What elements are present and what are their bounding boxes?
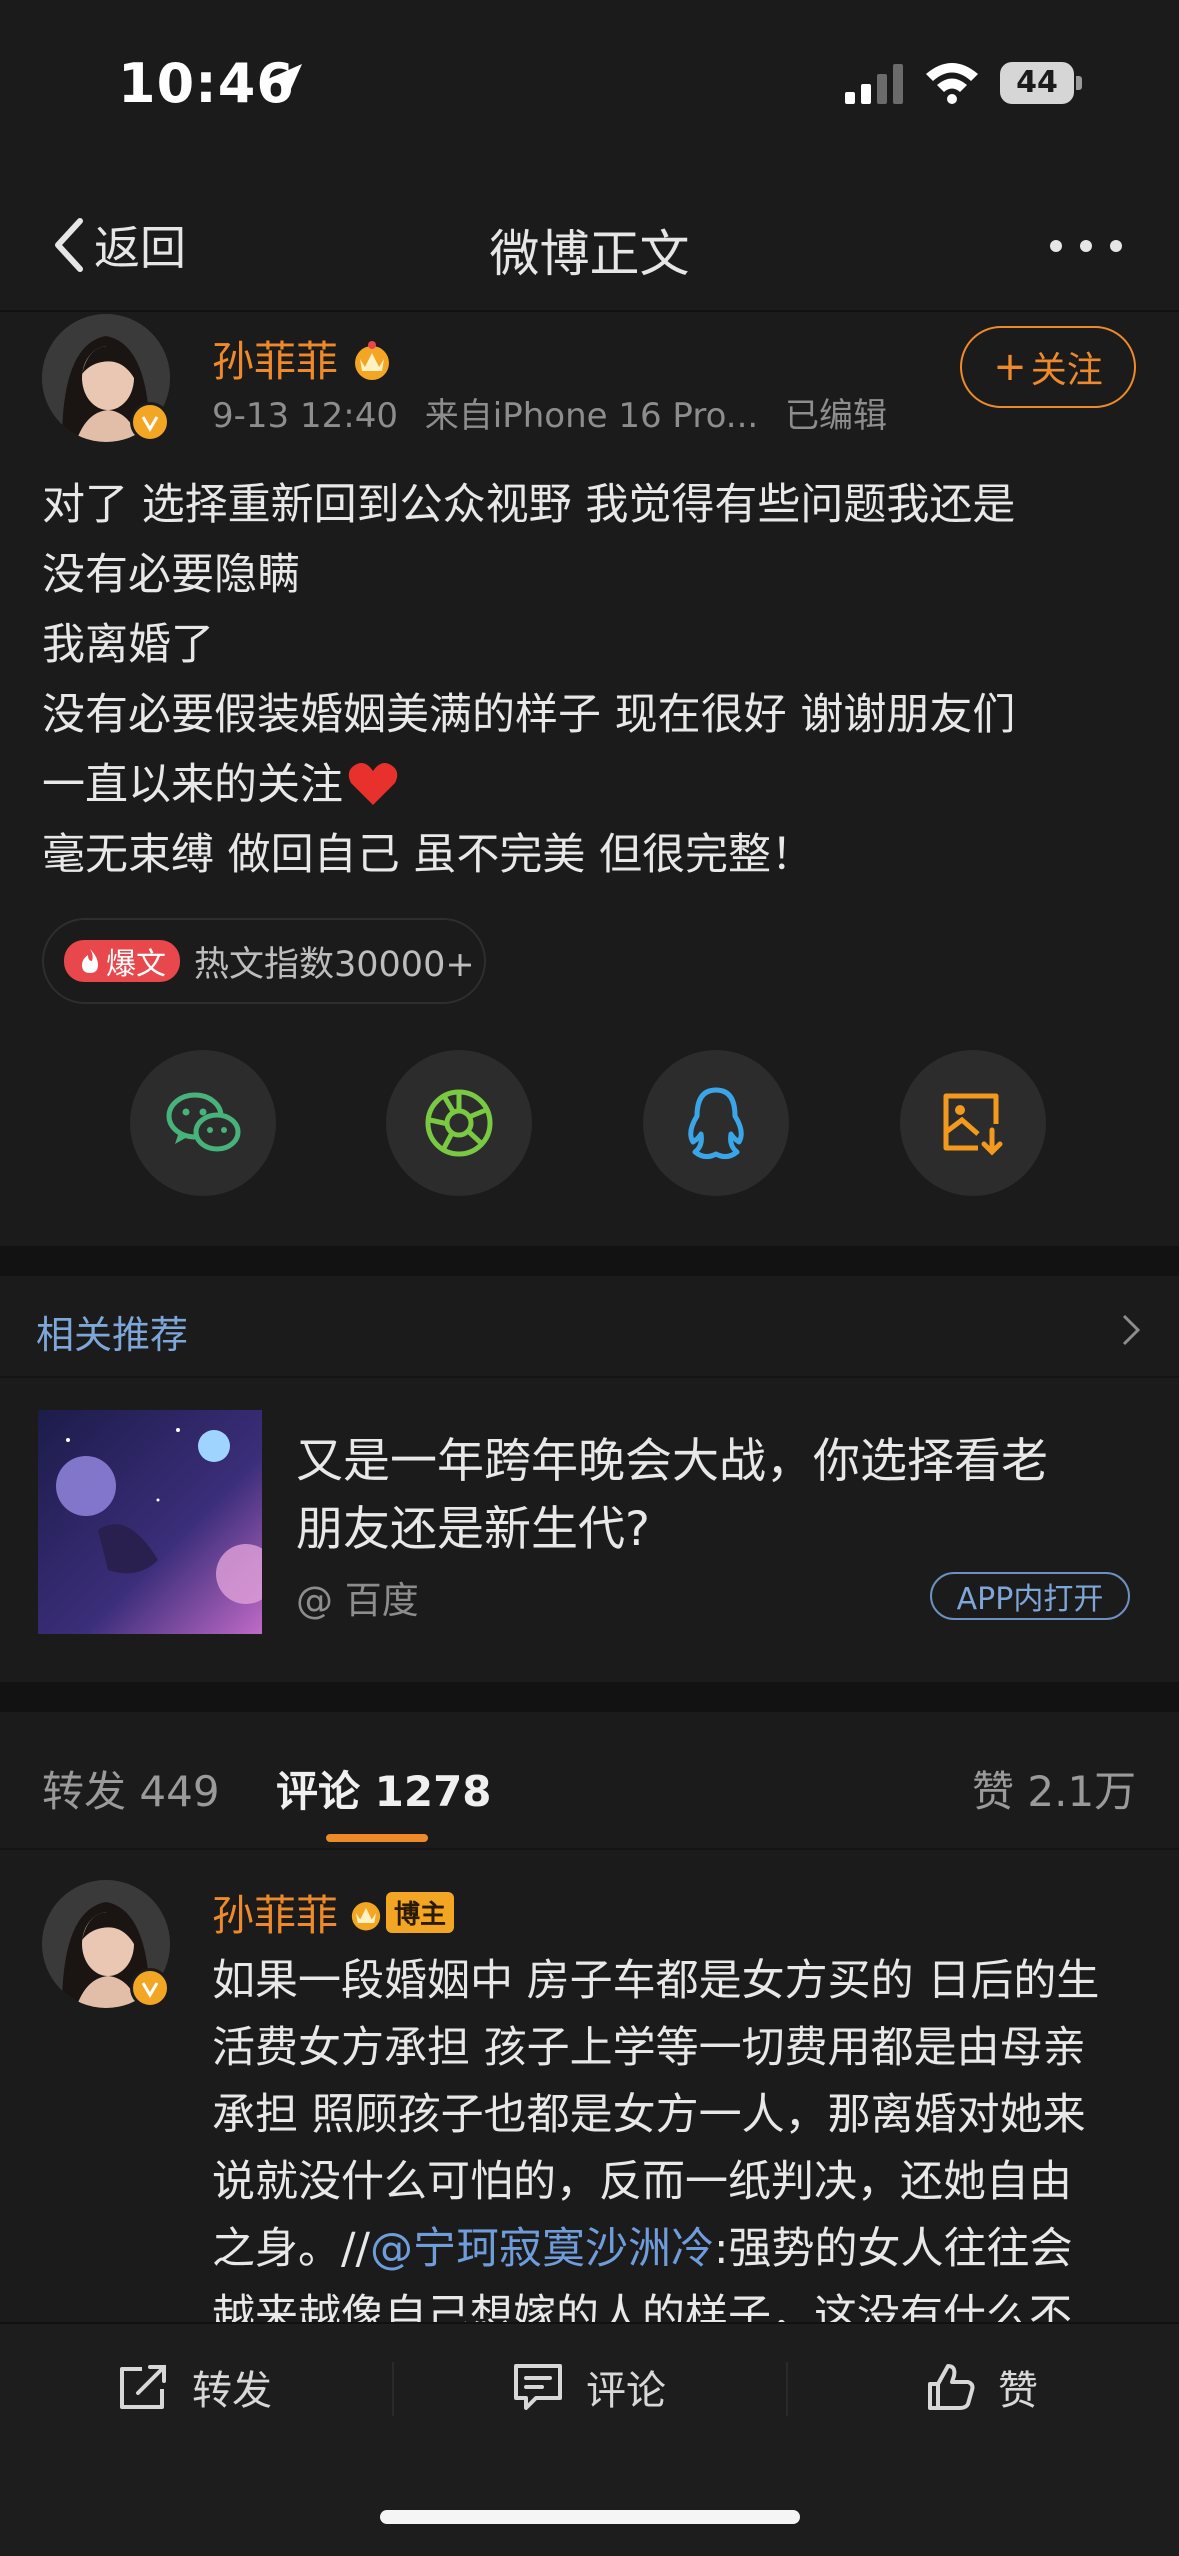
more-options-icon[interactable] [1048,236,1124,256]
flame-icon [82,949,98,973]
save-image-icon [943,1093,1003,1156]
comment-icon [514,2364,562,2410]
location-arrow-icon [266,64,302,100]
post-line: 对了 选择重新回到公众视野 我觉得有些问题我还是 [42,480,1016,530]
plus-icon: + [993,344,1027,390]
tab-comments[interactable]: 评论 1278 [276,1758,492,1819]
comment-author-name[interactable]: 孙菲菲 [212,1882,338,1943]
comment-text: :强势的女人往往会 [713,2224,1073,2274]
repost-icon [120,2365,166,2409]
comment-body: 如果一段婚姻中 房子车都是女方买的 日后的生 活费女方承担 孩子上学等一切费用都… [212,1948,1152,2350]
tab-repost-count: 449 [139,1767,220,1816]
post-body: 对了 选择重新回到公众视野 我觉得有些问题我还是 没有必要隐瞒 我离婚了 没有必… [42,470,1152,890]
like-button[interactable]: 赞 [926,2358,1038,2416]
recommend-source: @ 百度 [296,1579,419,1622]
tab-likes[interactable]: 赞 2.1万 [972,1758,1136,1819]
post-edited: 已编辑 [785,396,888,436]
thumbs-up-icon [928,2364,975,2410]
nav-divider [0,310,1179,312]
comment-line: 如果一段婚姻中 房子车都是女方买的 日后的生 [212,1956,1100,2006]
crown-vip-icon [355,340,390,380]
follow-button[interactable]: + 关注 [960,326,1136,408]
action-divider [786,2362,788,2416]
crown-vip-icon [351,1901,381,1930]
post-meta: 9-13 12:40 来自iPhone 16 Pro... 已编辑 [212,388,887,437]
post-line: 没有必要隐瞒 [42,550,300,600]
wifi-icon [926,63,978,104]
share-wechat-button[interactable] [130,1050,276,1196]
comment-label: 评论 [586,2368,666,2414]
chevron-right-icon[interactable] [1120,1312,1142,1348]
hot-index-text: 热文指数30000+ [194,944,475,985]
comment-line-with-mention: 之身。//@宁珂寂寞沙洲冷:强势的女人往往会 [212,2216,1152,2283]
post-line: 毫无束缚 做回自己 虽不完美 但很完整！ [42,830,815,880]
tab-repost-label: 转发 [42,1767,127,1816]
post-author-row: 孙菲菲 [212,328,396,389]
moments-icon [425,1089,493,1157]
recommend-divider [0,1376,1179,1378]
open-in-app-button[interactable]: APP内打开 [930,1572,1130,1620]
tab-likes-label: 赞 [972,1767,1015,1816]
comment-line: 说就没什么可怕的，反而一纸判决，还她自由 [212,2157,1072,2207]
qq-icon [688,1087,744,1160]
section-separator [0,1682,1179,1712]
red-heart-icon [348,763,398,805]
like-label: 赞 [998,2368,1038,2414]
battery-tip [1076,76,1082,90]
battery-level: 44 [1016,65,1058,100]
recommend-headline-line: 朋友还是新生代? [296,1502,650,1557]
verified-badge-icon [130,1968,170,2008]
post-time: 9-13 12:40 [212,396,398,436]
home-indicator [380,2510,800,2524]
mention-link[interactable]: @宁珂寂寞沙洲冷 [370,2224,714,2274]
verified-badge-icon [130,402,170,442]
tab-likes-count: 2.1万 [1027,1767,1137,1816]
comment-line: 承担 照顾孩子也都是女方一人，那离婚对她来 [212,2090,1086,2140]
comment-text: 之身。// [212,2224,370,2274]
tab-comments-label: 评论 [276,1767,361,1816]
post-line: 没有必要假装婚姻美满的样子 现在很好 谢谢朋友们 [42,690,1016,740]
section-separator [0,1246,1179,1276]
post-line-with-heart: 一直以来的关注 [42,750,1152,820]
recommend-headline[interactable]: 又是一年跨年晚会大战，你选择看老 朋友还是新生代? [296,1428,1146,1564]
battery-indicator: 44 [1000,62,1074,104]
page-title: 微博正文 [489,225,690,283]
active-tab-indicator [326,1834,428,1842]
share-moments-button[interactable] [386,1050,532,1196]
hot-tag: 爆文 [64,940,180,982]
post-source: 来自iPhone 16 Pro... [424,396,759,436]
comment-line: 活费女方承担 孩子上学等一切费用都是由母亲 [212,2023,1086,2073]
wechat-icon [166,1092,241,1152]
repost-button[interactable]: 转发 [118,2358,272,2416]
action-divider [392,2362,394,2416]
recommend-thumbnail[interactable] [38,1410,262,1634]
follow-label: 关注 [1030,350,1103,391]
save-image-button[interactable] [900,1050,1046,1196]
tab-repost[interactable]: 转发 449 [42,1758,220,1819]
share-qq-button[interactable] [643,1050,789,1196]
comment-button[interactable]: 评论 [512,2358,666,2416]
blogger-badge: 博主 [386,1892,455,1933]
post-line: 一直以来的关注 [42,760,343,810]
recommend-section-title: 相关推荐 [36,1313,189,1357]
post-author-name[interactable]: 孙菲菲 [212,328,338,389]
comment-author-row: 孙菲菲 博主 [212,1882,455,1943]
hot-index-chip[interactable]: 爆文 热文指数30000+ [42,918,486,1004]
post-line: 我离婚了 [42,620,214,670]
cellular-signal-icon [845,64,903,104]
tab-comments-count: 1278 [374,1767,492,1816]
recommend-headline-line: 又是一年跨年晚会大战，你选择看老 [296,1434,1048,1489]
tabs-divider [0,1848,1179,1850]
repost-label: 转发 [192,2368,272,2414]
hot-tag-label: 爆文 [106,947,166,982]
